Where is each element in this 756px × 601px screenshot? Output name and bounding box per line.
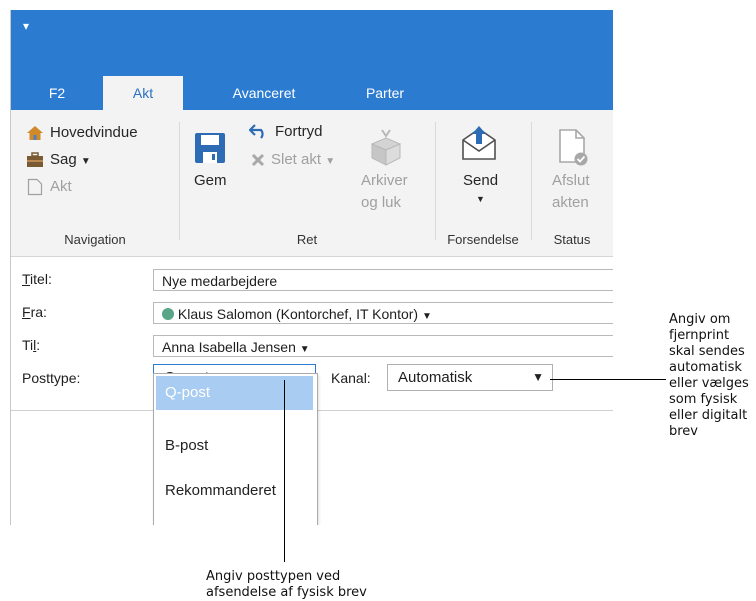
callout-kanal-line: Angiv om — [669, 312, 731, 327]
group-separator — [179, 122, 180, 240]
briefcase-icon — [27, 152, 43, 167]
status-dot — [162, 308, 174, 320]
callout-kanal-line: skal sendes — [669, 344, 745, 359]
chevron-down-icon[interactable]: ▼ — [532, 365, 544, 390]
group-label-forsendelse: Forsendelse — [447, 232, 519, 247]
tab-parter[interactable]: Parter — [347, 76, 423, 110]
posttype-option-b-post[interactable]: B-post — [156, 429, 313, 463]
sag-button[interactable]: Sag ▼ — [50, 151, 91, 168]
slet-akt-label: Slet akt — [271, 151, 322, 168]
titel-label: Titel: — [22, 271, 52, 287]
afslut-button-line1[interactable]: Afslut — [552, 172, 590, 189]
callout-line-posttype — [284, 380, 285, 562]
fortryd-button[interactable]: Fortryd — [275, 123, 323, 140]
tab-f2[interactable]: F2 — [11, 76, 103, 110]
til-label-prefix: Ti — [22, 337, 34, 353]
callout-posttype-line: Angiv posttypen ved — [206, 569, 341, 584]
kanal-combobox[interactable]: Automatisk ▼ — [387, 364, 553, 391]
kanal-value: Automatisk — [398, 369, 473, 386]
til-label-text: : — [36, 337, 41, 353]
fra-field[interactable]: Klaus Salomon (Kontorchef, IT Kontor) ▼ — [153, 302, 613, 324]
tab-avanceret[interactable]: Avanceret — [211, 76, 317, 110]
callout-kanal: Angiv om fjernprint skal sendes automati… — [669, 312, 749, 440]
send-envelope-icon — [462, 126, 496, 160]
chevron-down-icon: ▼ — [80, 156, 91, 167]
callout-kanal-line: brev — [669, 424, 699, 439]
fra-label-text: ra: — [30, 304, 47, 320]
til-value: Anna Isabella Jensen — [162, 339, 296, 355]
save-icon — [195, 133, 225, 163]
sag-label: Sag — [50, 151, 77, 168]
posttype-dropdown-list: Q-post B-post Rekommanderet — [153, 373, 318, 525]
slet-akt-button[interactable]: Slet akt ▼ — [271, 151, 335, 168]
arkiver-button-line1[interactable]: Arkiver — [361, 172, 408, 189]
til-field[interactable]: Anna Isabella Jensen ▼ — [153, 335, 613, 357]
afslut-button-line2[interactable]: akten — [552, 194, 589, 211]
finish-document-icon — [559, 129, 588, 166]
posttype-option-rekommanderet[interactable]: Rekommanderet — [156, 474, 313, 508]
titel-label-text: itel: — [30, 271, 52, 287]
hovedvindue-button[interactable]: Hovedvindue — [50, 124, 138, 141]
callout-kanal-line: eller digitalt — [669, 408, 748, 423]
group-label-status: Status — [553, 232, 591, 247]
callout-posttype: Angiv posttypen ved afsendelse af fysisk… — [206, 569, 367, 601]
send-chevron-down-icon[interactable]: ▼ — [476, 194, 485, 204]
group-separator — [531, 122, 532, 240]
group-label-ret: Ret — [296, 232, 318, 247]
ribbon: Hovedvindue Sag ▼ Akt Navigation Gem For… — [11, 110, 613, 257]
application-window: ▾ F2 Akt Avanceret Parter Hovedvindue Sa… — [10, 10, 613, 525]
fra-value: Klaus Salomon (Kontorchef, IT Kontor) — [177, 306, 419, 322]
posttype-label: Posttype: — [22, 370, 81, 386]
callout-kanal-line: fjernprint — [669, 328, 730, 343]
titel-input[interactable]: Nye medarbejdere — [153, 269, 613, 291]
chevron-down-icon: ▼ — [325, 156, 336, 167]
chevron-down-icon[interactable]: ▼ — [422, 311, 432, 322]
posttype-option-q-post[interactable]: Q-post — [156, 376, 313, 410]
archive-box-icon — [370, 129, 402, 166]
group-separator — [435, 122, 436, 240]
quick-access-menu-icon[interactable]: ▾ — [23, 19, 29, 33]
fra-label: Fra: — [22, 304, 47, 320]
chevron-down-icon[interactable]: ▼ — [300, 344, 310, 355]
document-icon — [27, 178, 43, 196]
callout-line-kanal — [550, 379, 666, 380]
kanal-label: Kanal: — [331, 370, 371, 386]
undo-icon — [249, 124, 264, 139]
home-icon — [27, 126, 43, 140]
title-bar: ▾ F2 Akt Avanceret Parter — [11, 10, 613, 110]
titel-label-access-key: T — [22, 271, 31, 287]
send-button[interactable]: Send — [463, 172, 498, 189]
callout-kanal-line: automatisk — [669, 360, 742, 375]
group-label-navigation: Navigation — [64, 232, 126, 247]
fra-label-access-key: F — [22, 304, 31, 320]
arkiver-button-line2[interactable]: og luk — [361, 194, 401, 211]
gem-button[interactable]: Gem — [194, 172, 227, 189]
callout-posttype-line: afsendelse af fysisk brev — [206, 585, 367, 600]
callout-kanal-line: eller vælges — [669, 376, 749, 391]
delete-icon — [251, 153, 265, 167]
tab-akt[interactable]: Akt — [103, 76, 183, 110]
til-label: Til: — [22, 337, 40, 353]
akt-button[interactable]: Akt — [50, 178, 72, 195]
callout-kanal-line: som fysisk — [669, 392, 738, 407]
